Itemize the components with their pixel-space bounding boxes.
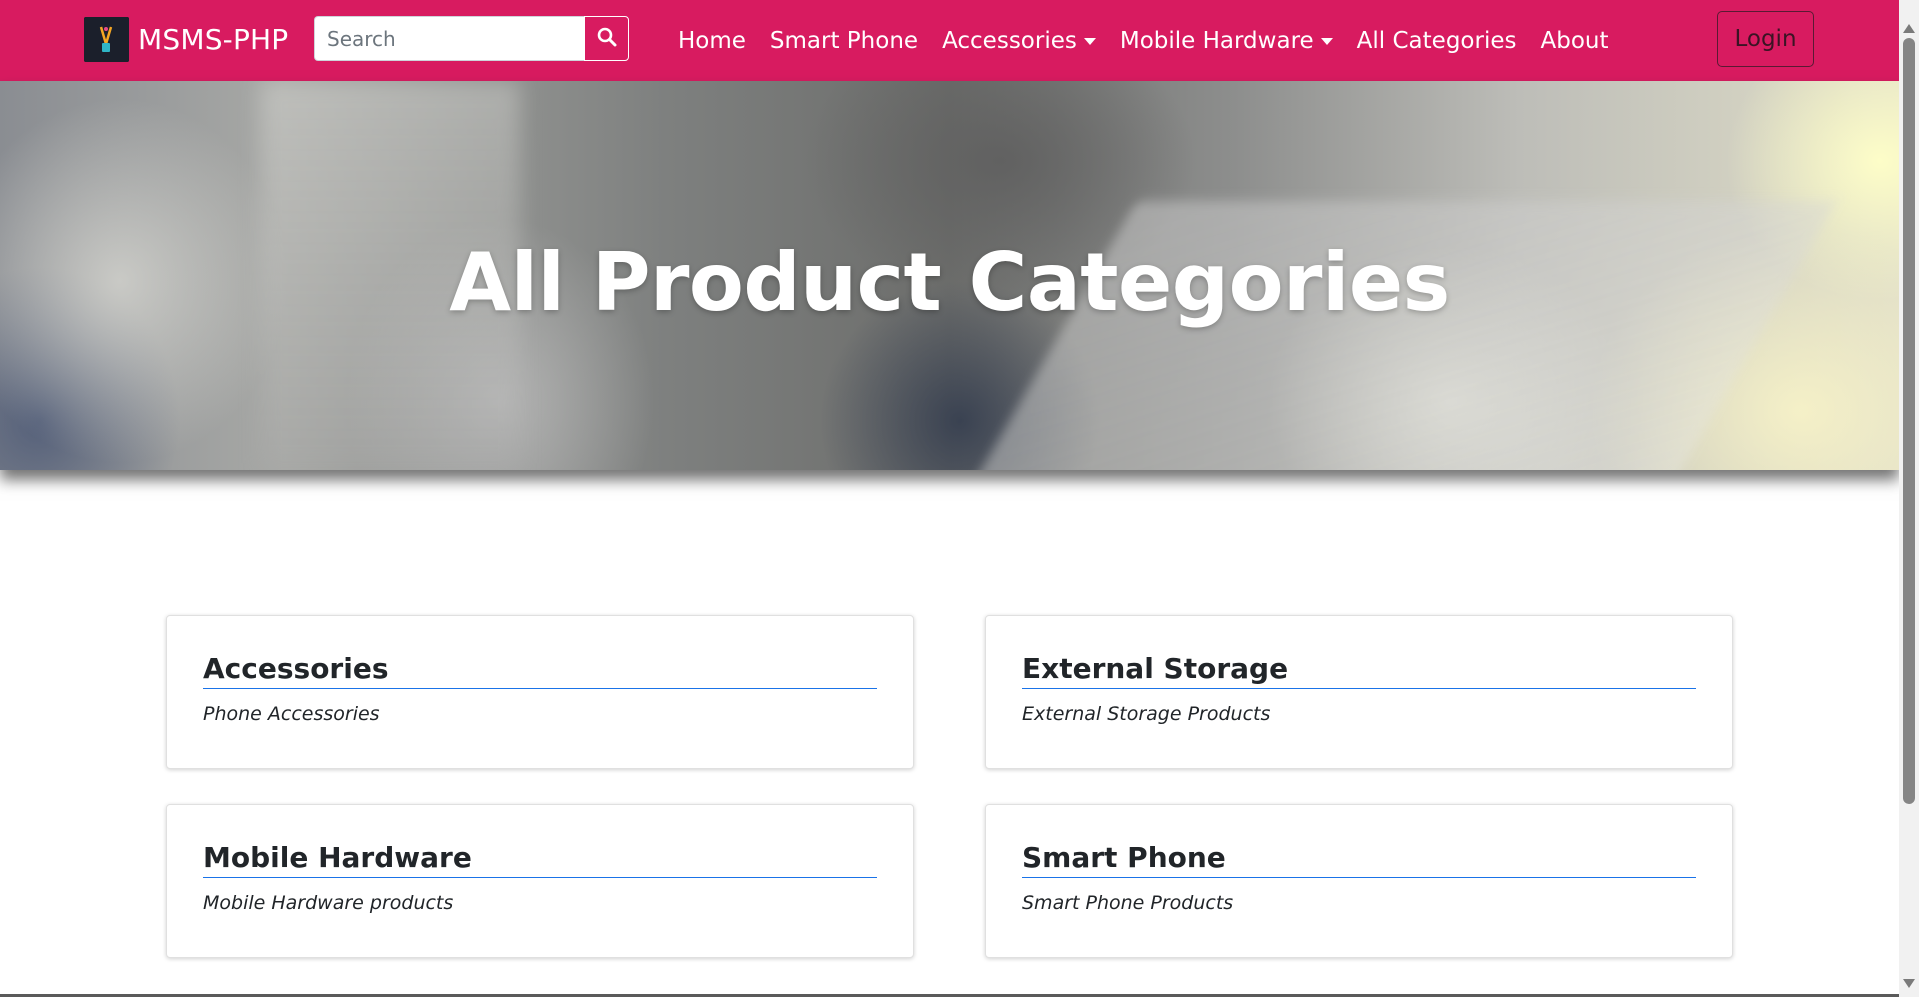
nav-link-all-categories[interactable]: All Categories [1357, 28, 1517, 54]
hero-banner: All Product Categories [0, 81, 1899, 470]
category-description: Smart Phone Products [1022, 892, 1234, 914]
navbar: MSMS-PHP Home Smart Phone Accessories Mo… [0, 0, 1899, 81]
search-form [314, 16, 629, 61]
category-title: Accessories [203, 652, 877, 689]
nav-link-label: Mobile Hardware [1119, 27, 1314, 54]
category-title: Mobile Hardware [203, 841, 877, 878]
category-description: Phone Accessories [203, 703, 380, 725]
vertical-scrollbar[interactable] [1899, 0, 1919, 997]
category-title: Smart Phone [1022, 841, 1696, 878]
nav-link-label: All Categories [1356, 27, 1517, 54]
category-description: External Storage Products [1022, 703, 1271, 725]
category-card-accessories[interactable]: Accessories Phone Accessories [166, 615, 914, 769]
nav-links: Home Smart Phone Accessories Mobile Hard… [678, 0, 1633, 81]
category-title: External Storage [1022, 652, 1696, 689]
page-title: All Product Categories [449, 236, 1450, 329]
category-card-mobile-hardware[interactable]: Mobile Hardware Mobile Hardware products [166, 804, 914, 958]
nav-link-smart-phone[interactable]: Smart Phone [770, 28, 918, 54]
nav-link-label: About [1540, 27, 1609, 54]
caret-down-icon [1320, 38, 1333, 45]
search-input[interactable] [314, 16, 584, 61]
caret-down-icon [1083, 38, 1096, 45]
brand-logo-icon [84, 17, 129, 62]
nav-link-label: Home [678, 27, 746, 54]
scroll-down-icon[interactable] [1903, 979, 1915, 988]
category-card-external-storage[interactable]: External Storage External Storage Produc… [985, 615, 1733, 769]
category-card-smart-phone[interactable]: Smart Phone Smart Phone Products [985, 804, 1733, 958]
category-description: Mobile Hardware products [203, 892, 454, 914]
nav-dropdown-accessories[interactable]: Accessories [942, 28, 1096, 54]
nav-link-label: Smart Phone [769, 27, 919, 54]
nav-link-home[interactable]: Home [678, 28, 746, 54]
brand-name: MSMS-PHP [138, 23, 289, 56]
nav-link-about[interactable]: About [1540, 28, 1608, 54]
scrollbar-thumb[interactable] [1903, 38, 1915, 804]
nav-dropdown-mobile-hardware[interactable]: Mobile Hardware [1120, 28, 1333, 54]
search-icon [597, 27, 617, 50]
scroll-up-icon[interactable] [1903, 24, 1915, 33]
search-button[interactable] [584, 16, 629, 61]
login-button[interactable]: Login [1717, 11, 1814, 67]
nav-link-label: Accessories [942, 27, 1077, 54]
brand-link[interactable]: MSMS-PHP [84, 17, 288, 62]
